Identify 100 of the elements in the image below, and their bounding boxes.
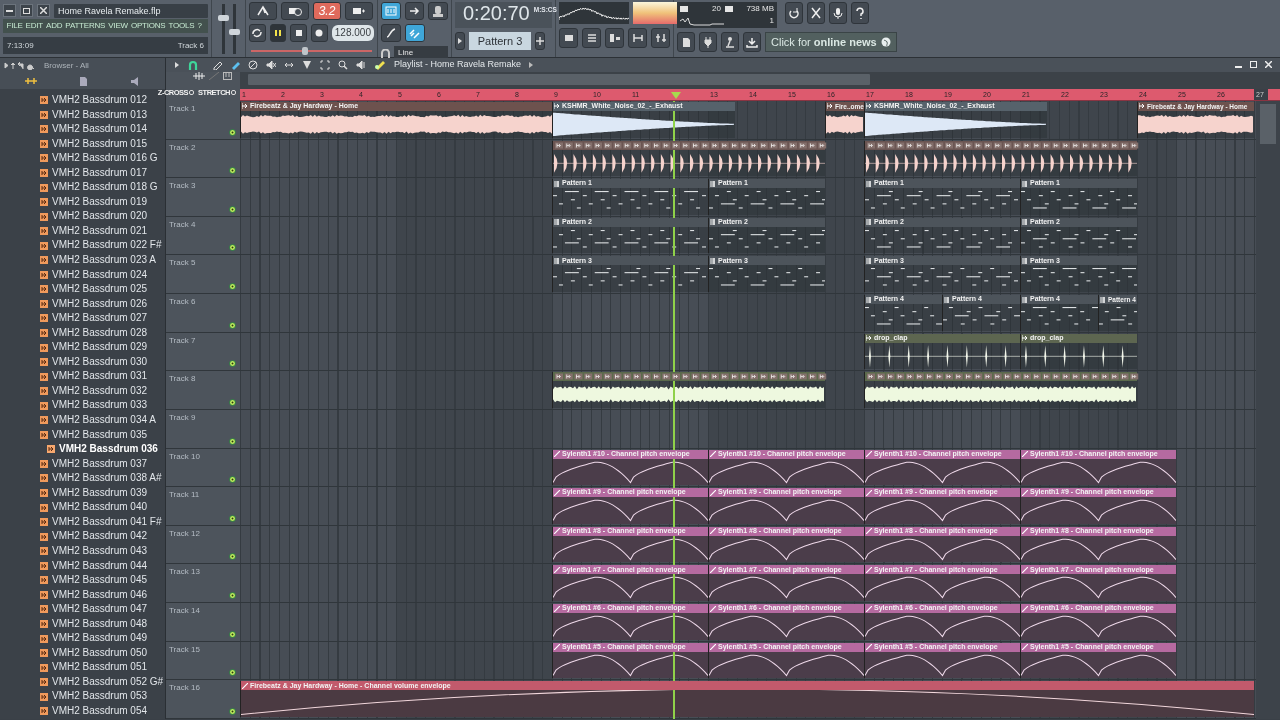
link-icon-button[interactable] [405, 24, 425, 42]
browser-item[interactable]: VMH2 Bassdrum 048 [0, 616, 165, 632]
browser-item[interactable]: VMH2 Bassdrum 043 [0, 543, 165, 559]
track-mute-button[interactable] [229, 553, 236, 561]
minimize-button[interactable] [3, 4, 16, 17]
vertical-scrollbar[interactable] [1260, 104, 1276, 144]
browser-item[interactable]: VMH2 Bassdrum 028 [0, 325, 165, 341]
browser-item[interactable]: VMH2 Bassdrum 049 [0, 631, 165, 646]
track-mute-button[interactable] [229, 128, 236, 136]
browser-item[interactable]: VMH2 Bassdrum 042 [0, 529, 165, 544]
caret-icon[interactable] [529, 62, 534, 68]
download-button[interactable] [743, 32, 761, 52]
browser-item[interactable]: VMH2 Bassdrum 045 [0, 573, 165, 588]
position-slider[interactable] [302, 47, 309, 55]
track-mute-button[interactable] [229, 321, 236, 329]
step-edit-button[interactable] [345, 2, 373, 20]
playlist-clip[interactable] [552, 372, 825, 408]
track-mute-button[interactable] [229, 592, 236, 600]
playlist-clip[interactable] [864, 372, 1137, 408]
tempo-field[interactable]: 128.000 [331, 25, 374, 41]
browser-item[interactable]: VMH2 Bassdrum 044 [0, 558, 165, 574]
browser-item[interactable]: VMH2 Bassdrum 027 [0, 311, 165, 326]
playlist-clip[interactable] [864, 140, 1137, 177]
browser-item[interactable]: VMH2 Bassdrum 029 [0, 340, 165, 355]
blend-button[interactable] [381, 24, 401, 42]
browser-item[interactable]: VMH2 Bassdrum 026 [0, 296, 165, 312]
browser-button[interactable] [628, 28, 647, 48]
magnet-icon[interactable] [188, 60, 198, 70]
metronome-button[interactable] [249, 2, 277, 20]
track-mute-button[interactable] [229, 476, 236, 484]
track-mute-button[interactable] [229, 283, 236, 291]
playback-tool-icon[interactable] [356, 60, 366, 70]
browser-item[interactable]: VMH2 Bassdrum 047 [0, 602, 165, 617]
browser-item[interactable]: VMH2 Bassdrum 020 [0, 209, 165, 224]
arrow-button[interactable] [404, 2, 425, 20]
browser-item[interactable]: VMH2 Bassdrum 035 [0, 427, 165, 443]
browser-item[interactable]: VMH2 Bassdrum 014 [0, 122, 165, 137]
browser-item[interactable]: VMH2 Bassdrum 031 [0, 369, 165, 384]
select-tool-icon[interactable] [320, 60, 330, 70]
menu-item[interactable]: OPTIONS [129, 20, 167, 32]
master-pitch-slider[interactable] [228, 28, 240, 35]
zoom-tool-icon[interactable] [338, 60, 348, 70]
track-mute-button[interactable] [229, 437, 236, 445]
menu-item[interactable]: PATTERNS [63, 20, 107, 32]
plugin-button[interactable] [699, 32, 717, 52]
keyboard-icon[interactable] [223, 72, 232, 80]
waveform-icon[interactable] [193, 72, 205, 80]
browser-item[interactable]: VMH2 Bassdrum 022 F# [0, 238, 165, 253]
typing-keyboard-button[interactable] [381, 2, 401, 20]
delete-tool-icon[interactable] [248, 60, 258, 70]
horizontal-scrollbar[interactable] [248, 74, 870, 85]
slice-tool-icon[interactable] [302, 60, 312, 70]
menu-item[interactable]: TOOLS [167, 20, 196, 32]
browser-item[interactable]: VMH2 Bassdrum 046 [0, 587, 165, 603]
playlist-button[interactable] [582, 28, 601, 48]
browser-item[interactable]: VMH2 Bassdrum 051 [0, 660, 165, 675]
browser-item[interactable]: VMH2 Bassdrum 034 A [0, 413, 165, 428]
microphone-button[interactable] [829, 2, 847, 24]
browser-item[interactable]: VMH2 Bassdrum 016 G [0, 151, 165, 166]
browser-item[interactable]: VMH2 Bassdrum 017 [0, 165, 165, 181]
browser-item[interactable]: VMH2 Bassdrum 038 A# [0, 471, 165, 486]
browser-item[interactable]: VMH2 Bassdrum 041 F# [0, 514, 165, 530]
browser-item[interactable]: VMH2 Bassdrum 050 [0, 645, 165, 661]
browser-item[interactable]: VMH2 Bassdrum 019 [0, 194, 165, 210]
paint-tool-icon[interactable] [230, 60, 240, 70]
browser-item[interactable]: VMH2 Bassdrum 037 [0, 456, 165, 472]
browser-item[interactable]: VMH2 Bassdrum 039 [0, 485, 165, 501]
track-mute-button[interactable] [229, 399, 236, 406]
browser-item[interactable]: VMH2 Bassdrum 018 G [0, 180, 165, 195]
clipboard-icon[interactable] [79, 75, 88, 86]
cut-tool-button[interactable] [807, 2, 825, 24]
browser-item[interactable]: VMH2 Bassdrum 013 [0, 107, 165, 123]
track-mute-button[interactable] [229, 167, 236, 175]
mixer-button[interactable] [428, 2, 448, 20]
wait-input-button[interactable] [281, 2, 309, 20]
minimize-button[interactable] [1235, 66, 1242, 69]
master-volume-slider[interactable] [217, 15, 229, 21]
browser-item[interactable]: VMH2 Bassdrum 030 [0, 354, 165, 370]
track-mute-button[interactable] [229, 669, 236, 677]
record-button[interactable] [311, 24, 328, 42]
browser-item[interactable]: VMH2 Bassdrum 015 [0, 136, 165, 152]
pause-button[interactable] [269, 24, 287, 42]
pencil-tool-icon[interactable] [212, 60, 222, 70]
browser-item[interactable]: VMH2 Bassdrum 033 [0, 398, 165, 414]
track-mute-button[interactable] [229, 514, 236, 522]
add-pattern-button[interactable] [535, 32, 545, 50]
playlist-clip[interactable] [552, 140, 825, 177]
piano-roll-button[interactable] [605, 28, 624, 48]
online-news-button[interactable]: Click for online news [765, 32, 897, 52]
loop-mode-button[interactable] [249, 24, 266, 42]
help-button[interactable] [851, 2, 869, 24]
browser-item[interactable]: VMH2 Bassdrum 053 [0, 689, 165, 704]
speaker-icon[interactable] [130, 75, 140, 86]
browser-item[interactable]: VMH2 Bassdrum 036 [0, 442, 165, 457]
restore-button[interactable] [20, 4, 33, 17]
stop-button[interactable] [290, 24, 308, 42]
track-mute-button[interactable] [229, 205, 236, 213]
playlist-menu-icon[interactable] [174, 61, 180, 69]
browser-item[interactable]: VMH2 Bassdrum 025 [0, 282, 165, 297]
menu-item[interactable]: VIEW [106, 20, 130, 32]
